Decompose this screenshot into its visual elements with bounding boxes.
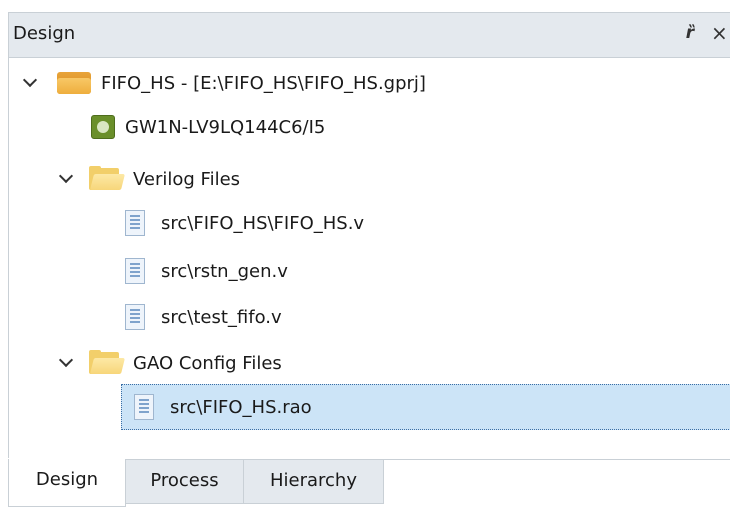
- file-icon: [134, 394, 154, 420]
- chevron-down-icon[interactable]: [57, 169, 77, 189]
- file-icon: [125, 258, 145, 284]
- tree-item-file[interactable]: src\test_fifo.v: [125, 296, 282, 338]
- project-folder-icon: [57, 70, 91, 96]
- close-icon[interactable]: ×: [711, 21, 730, 45]
- tree-item-label: src\rstn_gen.v: [161, 260, 288, 282]
- tree-item-label: src\test_fifo.v: [161, 306, 282, 328]
- design-tree: FIFO_HS - [E:\FIFO_HS\FIFO_HS.gprj] GW1N…: [8, 58, 730, 458]
- folder-icon: [89, 166, 125, 192]
- panel-titlebar: Design ȑ ×: [8, 12, 730, 58]
- tab-design[interactable]: Design: [8, 459, 126, 507]
- folder-icon: [89, 350, 125, 376]
- tree-item-label: GW1N-LV9LQ144C6/I5: [125, 116, 326, 138]
- tree-item-gao-folder[interactable]: GAO Config Files: [57, 342, 282, 384]
- tree-item-label: Verilog Files: [133, 168, 241, 190]
- panel-title: Design: [13, 23, 76, 44]
- panel-tabs: Design Process Hierarchy: [8, 459, 730, 510]
- tree-item-file[interactable]: src\rstn_gen.v: [125, 250, 288, 292]
- chevron-down-icon[interactable]: [21, 73, 41, 93]
- tree-item-label: GAO Config Files: [133, 352, 282, 374]
- tab-hierarchy[interactable]: Hierarchy: [244, 460, 384, 504]
- file-icon: [125, 210, 145, 236]
- tab-process[interactable]: Process: [126, 460, 244, 504]
- tree-item-device[interactable]: GW1N-LV9LQ144C6/I5: [91, 106, 325, 148]
- tree-item-label: FIFO_HS - [E:\FIFO_HS\FIFO_HS.gprj]: [101, 72, 426, 94]
- float-window-icon[interactable]: ȑ: [679, 21, 701, 45]
- tree-item-project[interactable]: FIFO_HS - [E:\FIFO_HS\FIFO_HS.gprj]: [21, 62, 426, 104]
- tree-item-verilog-folder[interactable]: Verilog Files: [57, 158, 240, 200]
- tree-item-label: src\FIFO_HS\FIFO_HS.v: [161, 212, 365, 234]
- tree-item-label: src\FIFO_HS.rao: [170, 396, 312, 418]
- tree-item-file[interactable]: src\FIFO_HS\FIFO_HS.v: [125, 202, 364, 244]
- tree-item-file-selected[interactable]: src\FIFO_HS.rao: [121, 384, 730, 430]
- chip-icon: [91, 115, 115, 139]
- file-icon: [125, 304, 145, 330]
- chevron-down-icon[interactable]: [57, 353, 77, 373]
- design-panel: Design ȑ × FIFO_HS - [E:\FIFO_HS\FIFO_HS…: [0, 0, 730, 510]
